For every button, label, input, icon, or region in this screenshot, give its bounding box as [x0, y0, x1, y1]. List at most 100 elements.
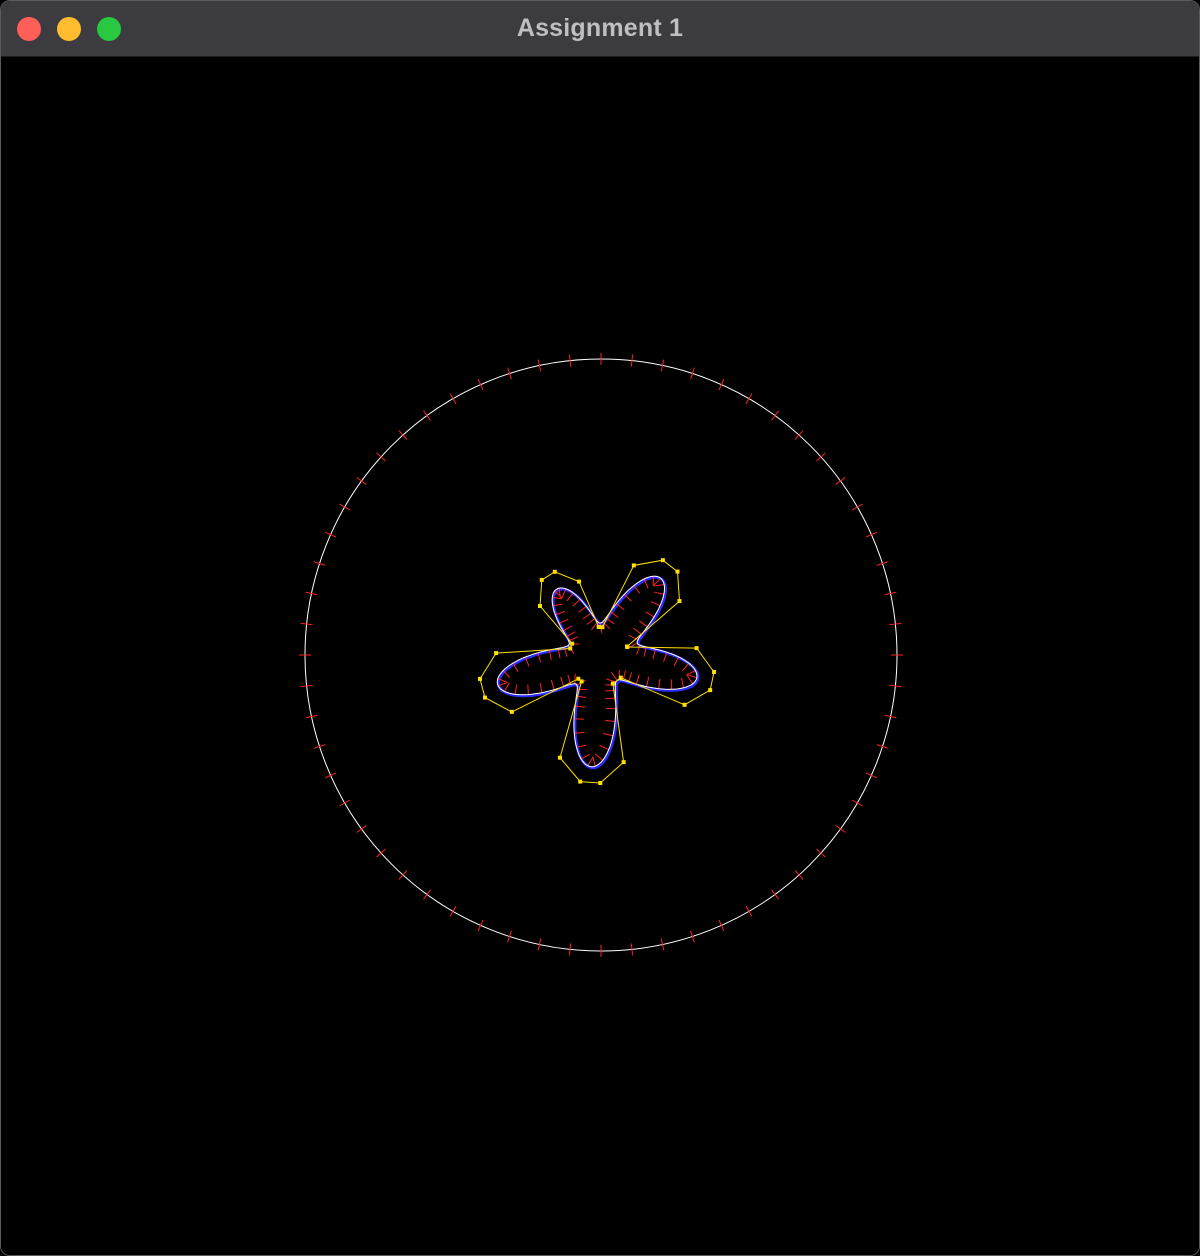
shape-normal-tick — [650, 601, 661, 607]
window-title: Assignment 1 — [516, 14, 684, 42]
shape-shadow-curve — [496, 575, 700, 770]
shape-normal-tick — [628, 672, 633, 683]
shape-normal-tick — [653, 591, 664, 595]
shape-normal-tick — [603, 733, 614, 737]
scene-svg — [299, 353, 903, 957]
control-point — [482, 695, 487, 700]
app-window: Assignment 1 — [0, 0, 1200, 1256]
shape-normal-tick — [574, 732, 585, 734]
shape-normal-tick — [586, 618, 596, 625]
shape-normal-tick — [623, 593, 632, 602]
shape-normal-tick — [673, 656, 680, 667]
outer-normal-tick — [771, 889, 779, 900]
shape-normal-tick — [635, 674, 640, 685]
shape-normal-tick — [606, 678, 617, 683]
control-point — [610, 681, 615, 686]
outer-normal-tick — [630, 943, 634, 956]
control-point — [570, 641, 575, 646]
shape-normal-tick — [562, 625, 573, 632]
control-point — [577, 579, 582, 584]
outer-normal-tick — [718, 378, 725, 391]
outer-circle — [299, 353, 903, 957]
outer-normal-tick — [865, 531, 878, 538]
outer-normal-tick — [745, 393, 753, 405]
control-point — [677, 599, 682, 604]
outer-normal-tick — [356, 477, 367, 485]
control-point — [568, 646, 573, 651]
control-point — [539, 577, 544, 582]
outer-normal-tick — [300, 622, 313, 626]
shape-normal-tick — [550, 679, 555, 690]
control-point — [675, 569, 680, 574]
control-polygon — [479, 559, 715, 784]
shape-normal-tick — [594, 753, 603, 761]
outer-normal-tick — [477, 378, 484, 391]
shape-normal-tick — [539, 682, 543, 693]
control-point — [578, 779, 583, 784]
shape-normal-tick — [686, 675, 694, 685]
shape-normal-tick — [587, 756, 594, 766]
shape-normal-tick — [610, 671, 618, 681]
shape-normal-tick — [514, 684, 518, 695]
shape-normal-tick — [574, 718, 585, 720]
outer-normal-tick — [449, 905, 457, 917]
control-point — [708, 688, 713, 693]
outer-normal-tick — [718, 919, 725, 932]
shape-normal-tick — [568, 636, 579, 642]
shape-normal-tick — [658, 678, 661, 689]
outer-normal-tick — [835, 825, 846, 833]
shape-normal-tick — [580, 753, 591, 760]
control-point — [618, 675, 623, 680]
outer-normal-tick — [630, 354, 634, 367]
shape-normal-tick — [605, 719, 616, 723]
outer-normal-tick — [356, 825, 367, 833]
control-point — [625, 644, 630, 649]
control-point — [477, 676, 482, 681]
control-point — [712, 669, 717, 674]
shape-normal-tick — [686, 670, 696, 676]
outer-normal-tick — [300, 684, 313, 688]
control-point — [682, 702, 687, 707]
outer-normal-tick — [745, 905, 753, 917]
shape-normal-tick — [566, 631, 576, 638]
control-point — [494, 651, 499, 656]
shape-normal-tick — [527, 684, 529, 695]
shape-normal-tick — [653, 577, 661, 586]
shape-normal-tick — [654, 584, 665, 587]
shape-normal-tick — [558, 618, 569, 624]
shape-normal-tick — [566, 592, 574, 602]
outer-normal-tick — [449, 393, 457, 405]
outer-normal-tick — [851, 503, 863, 511]
shape-normal-tick — [682, 662, 690, 672]
control-point — [621, 760, 626, 765]
outer-normal-tick — [835, 477, 846, 485]
control-point — [537, 604, 542, 609]
shape-normal-tick — [645, 611, 655, 618]
shape-normal-tick — [572, 598, 581, 607]
outer-normal-tick — [865, 772, 878, 779]
title-bar[interactable]: Assignment 1 — [1, 1, 1199, 57]
shape-normal-tick — [681, 677, 685, 688]
outer-normal-tick — [889, 622, 902, 626]
shape-normal-tick — [628, 634, 639, 641]
shape-normal-tick — [582, 612, 592, 620]
outer-normal-tick — [339, 503, 351, 511]
shape-normal-tick — [503, 682, 510, 692]
control-point — [600, 625, 605, 630]
control-point — [557, 755, 562, 760]
shape-normal-tick — [639, 620, 648, 628]
opengl-canvas[interactable] — [1, 57, 1199, 1255]
control-point — [552, 569, 557, 574]
shape-curve — [496, 575, 698, 768]
control-point — [509, 709, 514, 714]
outer-normal-tick — [324, 531, 337, 538]
control-point — [598, 780, 603, 785]
shape-normal-tick — [592, 756, 596, 767]
outer-normal-tick — [324, 772, 337, 779]
outer-normal-tick — [477, 919, 484, 932]
control-point — [660, 558, 665, 563]
outer-normal-tick — [339, 799, 351, 807]
shape-normal-tick — [560, 676, 565, 687]
control-point — [576, 676, 581, 681]
shape-normal-tick — [502, 670, 511, 679]
